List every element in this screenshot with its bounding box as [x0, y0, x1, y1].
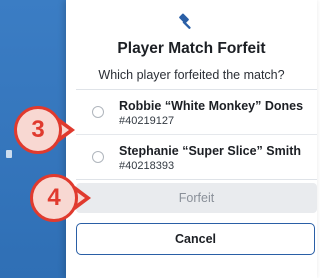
modal-subtitle: Which player forfeited the match?: [98, 68, 285, 82]
step-callout: 4: [30, 174, 78, 222]
gavel-icon: [176, 12, 196, 32]
forfeit-button[interactable]: Forfeit: [76, 183, 317, 213]
player-option[interactable]: Stephanie “Super Slice” Smith #40218393: [76, 135, 317, 179]
player-option[interactable]: Robbie “White Monkey” Dones #40219127: [76, 90, 317, 135]
player-id: #40218393: [119, 160, 175, 172]
radio-button[interactable]: [92, 106, 104, 118]
radio-button[interactable]: [92, 151, 104, 163]
player-name: Stephanie “Super Slice” Smith: [119, 144, 301, 158]
modal-title: Player Match Forfeit: [117, 40, 266, 57]
player-id: #40219127: [119, 115, 175, 127]
step-callout: 3: [14, 106, 62, 154]
forfeit-modal: Player Match Forfeit Which player forfei…: [66, 0, 317, 278]
cancel-button[interactable]: Cancel: [76, 223, 315, 255]
player-name: Robbie “White Monkey” Dones: [119, 99, 304, 113]
player-list: Robbie “White Monkey” Dones #40219127 St…: [76, 89, 317, 180]
background-sliver: [6, 150, 12, 158]
